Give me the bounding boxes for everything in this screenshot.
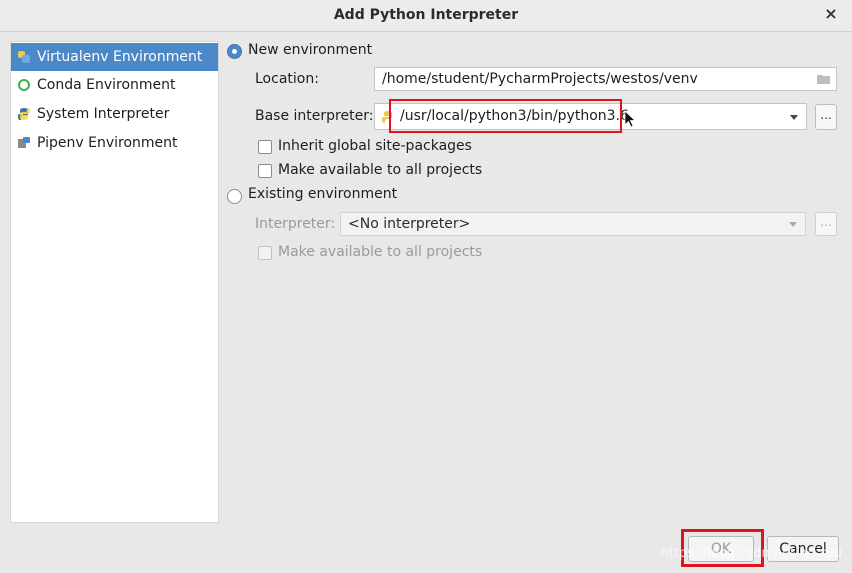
interpreter-value: <No interpreter> [348,216,471,232]
pipenv-icon [18,137,30,148]
sidebar-item-label: Virtualenv Environment [37,49,203,65]
existing-environment-label: Existing environment [248,186,398,202]
sidebar-item-virtualenv[interactable]: Virtualenv Environment [11,43,218,71]
interpreter-combobox[interactable]: <No interpreter> [340,212,806,236]
base-interpreter-label: Base interpreter: [255,108,374,124]
dialog-title: Add Python Interpreter [333,7,519,23]
inherit-site-packages-checkbox[interactable] [258,140,272,154]
new-environment-radio[interactable] [227,44,242,59]
existing-make-available-checkbox[interactable] [258,246,272,260]
new-environment-label: New environment [248,42,373,58]
conda-icon [18,79,30,91]
location-value: /home/student/PycharmProjects/westos/ven… [382,71,698,87]
chevron-down-icon[interactable] [790,115,798,120]
make-available-checkbox[interactable] [258,164,272,178]
interpreter-label: Interpreter: [255,216,336,232]
title-bar: Add Python Interpreter × [0,0,852,32]
mouse-cursor-icon [624,110,636,128]
python-icon [18,108,30,120]
interpreter-browse-button[interactable]: ... [815,212,837,236]
base-interpreter-browse-button[interactable]: ... [815,104,837,130]
inherit-site-packages-label: Inherit global site-packages [278,138,472,154]
sidebar-item-pipenv[interactable]: Pipenv Environment [11,129,218,157]
make-available-label: Make available to all projects [278,162,483,178]
environment-type-list: Virtualenv Environment Conda Environment… [10,41,219,523]
existing-make-available-label: Make available to all projects [278,244,483,260]
existing-environment-radio[interactable] [227,189,242,204]
sidebar-item-conda[interactable]: Conda Environment [11,71,218,99]
close-icon[interactable]: × [822,4,840,24]
sidebar-item-system-interpreter[interactable]: System Interpreter [11,100,218,128]
sidebar-item-label: System Interpreter [37,106,170,122]
sidebar-item-label: Pipenv Environment [37,135,178,151]
folder-icon[interactable] [816,73,831,85]
location-field[interactable]: /home/student/PycharmProjects/westos/ven… [374,67,837,91]
highlight-box [389,99,622,133]
virtualenv-icon [18,51,30,63]
chevron-down-icon[interactable] [789,222,797,227]
watermark: https://blog.csdn.net/lyf_qiu [660,546,842,561]
location-label: Location: [255,71,319,87]
sidebar-item-label: Conda Environment [37,77,176,93]
